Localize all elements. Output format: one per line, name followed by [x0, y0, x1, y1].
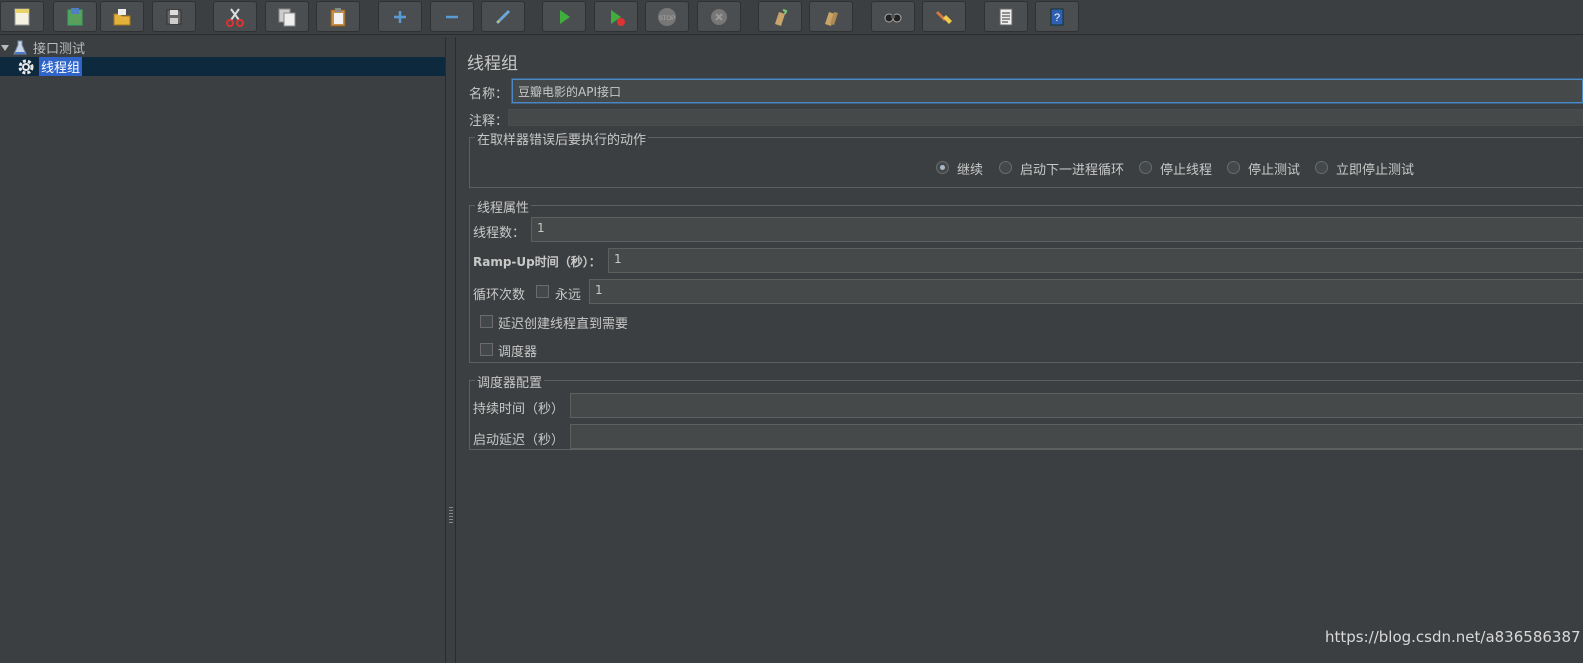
- cut-icon: [226, 7, 244, 27]
- toggle-icon: [495, 9, 511, 24]
- clear-all-button[interactable]: [809, 1, 853, 32]
- toggle-button[interactable]: [481, 1, 525, 32]
- duration-label: 持续时间（秒）: [473, 402, 565, 417]
- thread-properties-group-title: 线程属性: [475, 197, 532, 216]
- sampler-error-group: 在取样器错误后要执行的动作 继续 启动下一进程循环 停止线程 停止测试 立即停止…: [469, 129, 1583, 188]
- radio-start-next-loop[interactable]: [999, 161, 1012, 174]
- stop-button[interactable]: STOP: [645, 1, 689, 32]
- shutdown-icon: [711, 8, 727, 25]
- copy-icon: [278, 8, 296, 26]
- reset-search-button[interactable]: [922, 1, 966, 32]
- forever-checkbox[interactable]: [536, 285, 549, 298]
- duration-input[interactable]: [570, 393, 1583, 418]
- startup-delay-input[interactable]: [570, 424, 1583, 449]
- sampler-error-group-title: 在取样器错误后要执行的动作: [475, 129, 649, 148]
- clear-all-icon: [825, 11, 838, 26]
- gear-icon: [18, 59, 34, 74]
- expand-icon: [394, 10, 406, 23]
- split-pane-divider[interactable]: [445, 37, 456, 663]
- radio-stop-test[interactable]: [1227, 161, 1240, 174]
- start-icon: [560, 9, 570, 24]
- radio-continue[interactable]: [936, 161, 949, 174]
- watermark-url: https://blog.csdn.net/a836586387: [1325, 628, 1581, 646]
- page-title: 线程组: [467, 54, 518, 74]
- scheduler-config-group-title: 调度器配置: [475, 372, 545, 391]
- thread-properties-group: 线程属性 线程数： 1 Ramp-Up时间（秒）： 1 循环次数 永远 1 延迟…: [469, 197, 1583, 363]
- tree-item-label: 接口测试: [33, 42, 86, 57]
- comment-input[interactable]: [508, 109, 1583, 126]
- forever-label: 永远: [555, 288, 582, 303]
- radio-start-next-loop-label: 启动下一进程循环: [1020, 163, 1125, 178]
- new-icon: [14, 8, 30, 25]
- split-grip[interactable]: [449, 507, 453, 523]
- name-label: 名称：: [469, 87, 509, 102]
- collapse-button[interactable]: [430, 1, 474, 32]
- loop-count-label: 循环次数: [473, 288, 526, 303]
- search-button[interactable]: [871, 1, 915, 32]
- delay-thread-creation-label: 延迟创建线程直到需要: [498, 317, 629, 332]
- clear-icon: [775, 8, 788, 26]
- expand-arrow-icon[interactable]: [0, 43, 10, 53]
- rampup-input[interactable]: 1: [608, 248, 1583, 273]
- threads-label: 线程数：: [473, 226, 526, 241]
- tree-item-label: 线程组: [39, 57, 83, 76]
- startup-delay-label: 启动延迟（秒）: [473, 433, 565, 448]
- threads-input[interactable]: 1: [531, 217, 1583, 242]
- help-button[interactable]: ?: [1035, 1, 1079, 32]
- svg-text:?: ?: [1054, 12, 1060, 24]
- radio-continue-label: 继续: [957, 163, 984, 178]
- paste-button[interactable]: [316, 1, 360, 32]
- svg-text:STOP: STOP: [659, 16, 675, 22]
- scheduler-label: 调度器: [498, 345, 538, 360]
- radio-stop-test-now[interactable]: [1315, 161, 1328, 174]
- save-icon: [166, 9, 182, 24]
- templates-button[interactable]: [53, 1, 97, 32]
- radio-stop-test-label: 停止测试: [1248, 163, 1301, 178]
- scheduler-config-group: 调度器配置 持续时间（秒） 启动延迟（秒）: [469, 372, 1583, 450]
- radio-stop-test-now-label: 立即停止测试: [1336, 163, 1415, 178]
- tree-item-thread-group[interactable]: 线程组: [0, 57, 445, 76]
- expand-button[interactable]: [378, 1, 422, 32]
- name-input[interactable]: 豆瓣电影的API接口: [512, 79, 1583, 103]
- search-icon: [884, 13, 902, 22]
- open-icon: [113, 8, 131, 25]
- delay-thread-creation-checkbox[interactable]: [480, 315, 493, 328]
- tree-item-test-plan[interactable]: 接口测试: [0, 38, 87, 57]
- toolbar: STOP ?: [0, 0, 1583, 35]
- start-no-pauses-icon: [611, 9, 625, 26]
- stop-icon: STOP: [658, 7, 676, 26]
- radio-stop-thread-label: 停止线程: [1160, 163, 1213, 178]
- test-plan-flask-icon: [13, 40, 27, 54]
- reset-search-icon: [935, 10, 952, 24]
- function-helper-button[interactable]: [984, 1, 1028, 32]
- loop-count-input[interactable]: 1: [589, 279, 1583, 304]
- shutdown-button[interactable]: [697, 1, 741, 32]
- new-button[interactable]: [0, 1, 44, 32]
- save-button[interactable]: [152, 1, 196, 32]
- copy-button[interactable]: [265, 1, 309, 32]
- collapse-icon: [446, 15, 458, 18]
- paste-icon: [330, 7, 346, 26]
- templates-icon: [67, 7, 83, 25]
- comment-label: 注释：: [469, 114, 509, 129]
- help-icon: ?: [1050, 8, 1064, 25]
- function-helper-icon: [999, 8, 1013, 25]
- scheduler-checkbox[interactable]: [480, 343, 493, 356]
- clear-button[interactable]: [758, 1, 802, 32]
- start-button[interactable]: [542, 1, 586, 32]
- radio-stop-thread[interactable]: [1139, 161, 1152, 174]
- cut-button[interactable]: [213, 1, 257, 32]
- open-button[interactable]: [100, 1, 144, 32]
- rampup-label: Ramp-Up时间（秒）：: [473, 255, 601, 269]
- test-plan-tree: 接口测试 线程组: [0, 37, 445, 663]
- thread-group-panel: 线程组 名称： 豆瓣电影的API接口 注释： 在取样器错误后要执行的动作 继续 …: [457, 37, 1583, 663]
- start-no-pauses-button[interactable]: [594, 1, 638, 32]
